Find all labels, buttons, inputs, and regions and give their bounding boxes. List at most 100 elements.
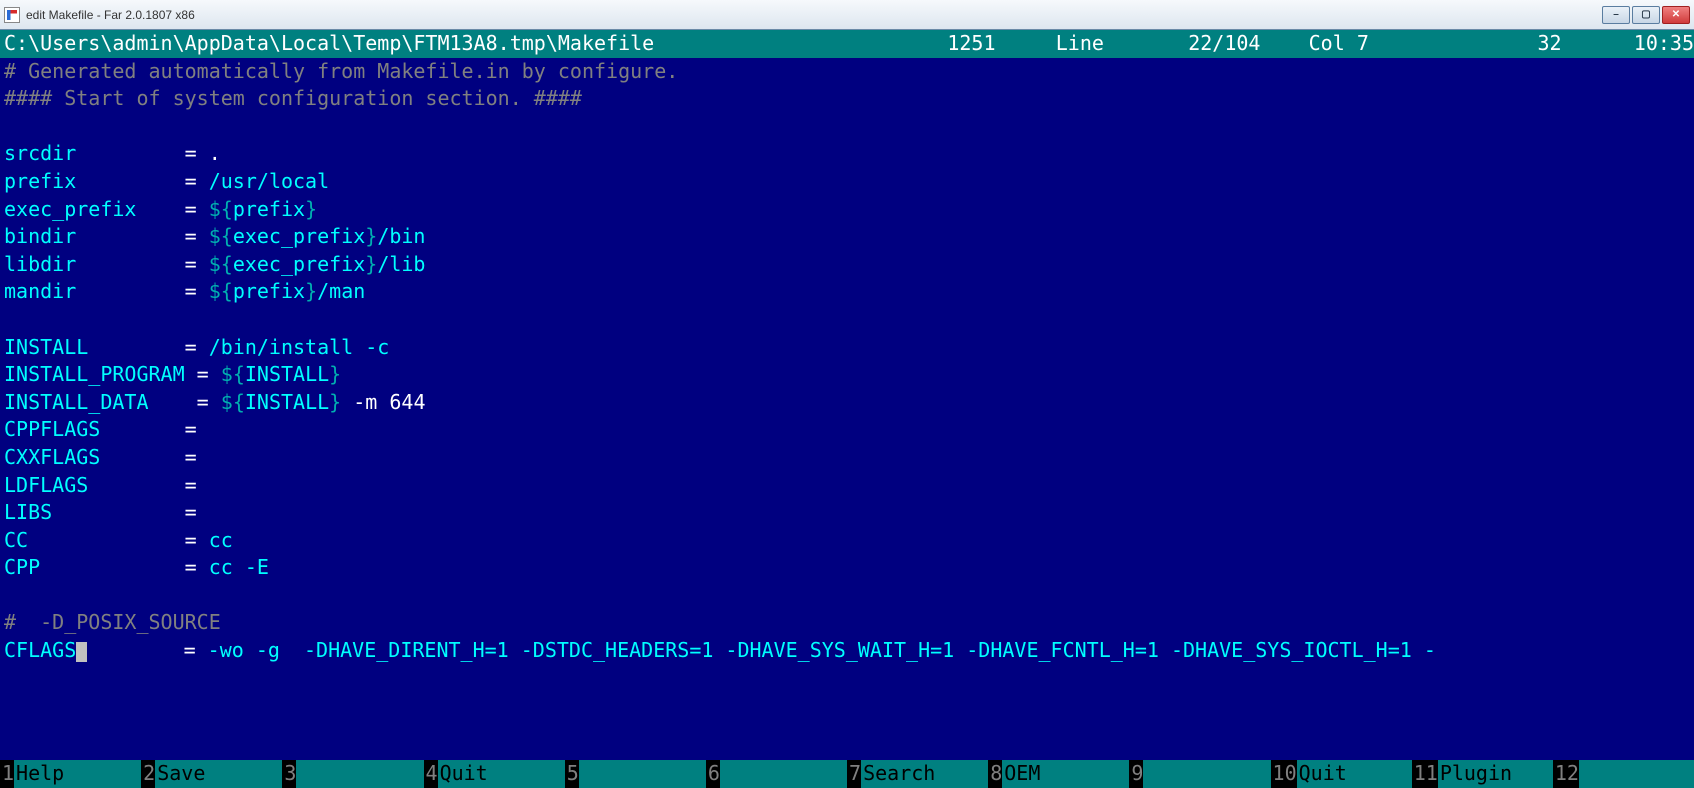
window-title: edit Makefile - Far 2.0.1807 x86: [26, 8, 1602, 22]
fkey-5[interactable]: 5: [565, 760, 706, 788]
status-col-label: Col: [1309, 30, 1345, 58]
fkey-12[interactable]: 12: [1553, 760, 1694, 788]
comment-line: # Generated automatically from Makefile.…: [4, 59, 678, 83]
var-name: INSTALL_DATA: [4, 390, 149, 414]
assign-op: =: [185, 141, 209, 165]
var-value: /usr/: [209, 169, 269, 193]
fkey-num: 5: [565, 760, 579, 788]
fkey-bar: 1Help 2Save 3 4Quit 5 6 7Search 8OEM 9 1…: [0, 760, 1694, 788]
var-name: LDFLAGS: [4, 473, 88, 497]
fkey-1[interactable]: 1Help: [0, 760, 141, 788]
fkey-3[interactable]: 3: [282, 760, 423, 788]
assign-op: =: [197, 390, 221, 414]
comment-line: # -D_POSIX_SOURCE: [4, 610, 221, 634]
status-line-current: 22: [1188, 30, 1212, 58]
var-name: exec_prefix: [4, 197, 136, 221]
fkey-2[interactable]: 2Save: [141, 760, 282, 788]
brace-open: {: [221, 224, 233, 248]
blank-line: [4, 306, 1694, 334]
assign-op: =: [185, 169, 209, 193]
maximize-button[interactable]: ▢: [1632, 6, 1660, 24]
fkey-label: [720, 760, 847, 788]
var-name: CPP: [4, 555, 40, 579]
fkey-label: Save: [155, 760, 282, 788]
terminal[interactable]: C:\Users\admin\AppData\Local\Temp\FTM13A…: [0, 30, 1694, 788]
assign-op: =: [185, 528, 209, 552]
brace-close: }: [305, 279, 317, 303]
var-name: CC: [4, 528, 28, 552]
status-line-label: Line: [1056, 30, 1104, 58]
var-value: /bin/install -c: [209, 335, 390, 359]
fkey-label: Quit: [438, 760, 565, 788]
var-name: bindir: [4, 224, 76, 248]
minimize-button[interactable]: –: [1602, 6, 1630, 24]
assign-op: =: [185, 197, 209, 221]
flags: -m 644: [341, 390, 425, 414]
dollar: $: [221, 362, 233, 386]
var-name: CPPFLAGS: [4, 417, 100, 441]
brace-close: }: [365, 224, 377, 248]
fkey-num: 7: [847, 760, 861, 788]
dollar: $: [221, 390, 233, 414]
fkey-label: Plugin: [1438, 760, 1553, 788]
var-ref: INSTALL: [245, 390, 329, 414]
status-path: C:\Users\admin\AppData\Local\Temp\FTM13A…: [0, 30, 654, 58]
close-button[interactable]: ✕: [1662, 6, 1690, 24]
var-ref: exec_prefix: [233, 224, 365, 248]
brace-open: {: [221, 252, 233, 276]
fkey-label: OEM: [1002, 760, 1129, 788]
fkey-num: 1: [0, 760, 14, 788]
var-value: cc: [209, 528, 233, 552]
var-name: INSTALL: [4, 335, 88, 359]
dollar: $: [209, 279, 221, 303]
var-name: srcdir: [4, 141, 76, 165]
path-tail: /man: [317, 279, 365, 303]
status-col: 7: [1357, 30, 1369, 58]
fkey-num: 2: [141, 760, 155, 788]
brace-open: {: [221, 279, 233, 303]
fkey-4[interactable]: 4Quit: [424, 760, 565, 788]
var-ref: INSTALL: [245, 362, 329, 386]
app-icon: [4, 7, 20, 23]
fkey-7[interactable]: 7Search: [847, 760, 988, 788]
assign-op: =: [184, 638, 208, 662]
status-time: 10:35: [1634, 30, 1694, 58]
var-name: prefix: [4, 169, 76, 193]
fkey-11[interactable]: 11Plugin: [1412, 760, 1553, 788]
assign-op: =: [185, 252, 209, 276]
window-buttons: – ▢ ✕: [1602, 6, 1690, 24]
brace-close: }: [329, 362, 341, 386]
fkey-6[interactable]: 6: [706, 760, 847, 788]
editor-content[interactable]: # Generated automatically from Makefile.…: [0, 58, 1694, 665]
assign-op: =: [197, 362, 221, 386]
fkey-10[interactable]: 10Quit: [1271, 760, 1412, 788]
fkey-num: 11: [1412, 760, 1438, 788]
fkey-label: [579, 760, 706, 788]
var-name: CXXFLAGS: [4, 445, 100, 469]
assign-op: =: [185, 445, 197, 469]
var-name: libdir: [4, 252, 76, 276]
fkey-num: 9: [1129, 760, 1143, 788]
assign-op: =: [185, 335, 209, 359]
blank-line: [4, 113, 1694, 141]
fkey-label: [296, 760, 423, 788]
window-titlebar: edit Makefile - Far 2.0.1807 x86 – ▢ ✕: [0, 0, 1694, 30]
path-tail: /bin: [377, 224, 425, 248]
fkey-8[interactable]: 8OEM: [988, 760, 1129, 788]
dollar: $: [209, 224, 221, 248]
fkey-label: Search: [861, 760, 988, 788]
dollar: $: [209, 252, 221, 276]
status-codepage: 1251: [947, 30, 995, 58]
fkey-label: [1143, 760, 1270, 788]
var-name: CFLAGS: [4, 638, 76, 662]
assign-op: =: [185, 224, 209, 248]
brace-open: {: [221, 197, 233, 221]
fkey-label: [1579, 760, 1694, 788]
editor-statusbar: C:\Users\admin\AppData\Local\Temp\FTM13A…: [0, 30, 1694, 58]
fkey-9[interactable]: 9: [1129, 760, 1270, 788]
brace-close: }: [365, 252, 377, 276]
assign-op: =: [185, 279, 209, 303]
var-ref: exec_prefix: [233, 252, 365, 276]
var-name: LIBS: [4, 500, 52, 524]
fkey-num: 6: [706, 760, 720, 788]
